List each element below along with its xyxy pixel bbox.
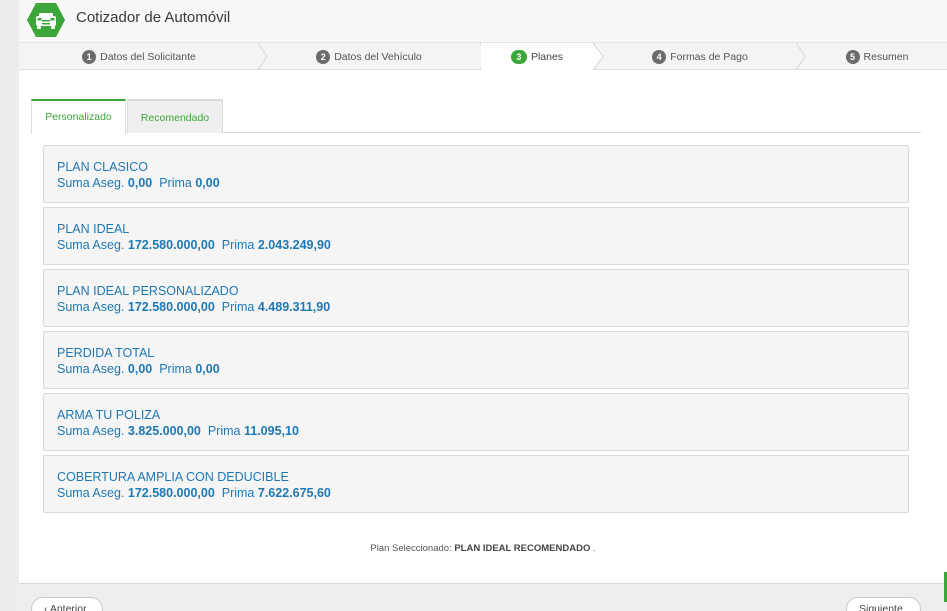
app-title: Cotizador de Automóvil [76, 9, 231, 26]
step-label: Planes [530, 50, 564, 63]
selected-plan-suffix: . [592, 543, 596, 554]
prima-label: Prima [207, 424, 241, 438]
suma-label: Suma Aseg. [57, 362, 125, 376]
plan-card-clasico[interactable]: PLAN CLASICO Suma Aseg. 0,00 Prima 0,00 [43, 145, 909, 203]
plan-name: PLAN CLASICO [57, 160, 149, 174]
suma-value: 172.580.000,00 [127, 238, 215, 252]
suma-value: 3.825.000,00 [127, 424, 201, 438]
suma-value: 172.580.000,00 [127, 486, 215, 500]
prima-label: Prima [159, 362, 192, 376]
step-number: 1 [82, 49, 97, 64]
prima-label: Prima [221, 300, 255, 314]
step-datos-solicitante[interactable]: 1 Datos del Solicitante [19, 43, 259, 70]
step-separator [593, 43, 604, 70]
suma-label: Suma Aseg. [57, 300, 125, 314]
step-planes[interactable]: 3 Planes [481, 43, 593, 70]
plan-values: Suma Aseg. 3.825.000,00 Prima 11.095,10 [57, 424, 299, 438]
prima-label: Prima [221, 486, 255, 500]
app-container: Cotizador de Automóvil 1 Datos del Solic… [19, 0, 947, 611]
suma-value: 172.580.000,00 [127, 300, 215, 314]
step-number: 2 [316, 49, 331, 64]
plan-name: COBERTURA AMPLIA CON DEDUCIBLE [57, 470, 289, 484]
plan-card-arma-tu-poliza[interactable]: ARMA TU POLIZA Suma Aseg. 3.825.000,00 P… [43, 393, 909, 451]
app-header: Cotizador de Automóvil [19, 0, 947, 43]
plan-values: Suma Aseg. 172.580.000,00 Prima 7.622.67… [57, 486, 331, 500]
prima-value: 0,00 [195, 176, 220, 190]
plan-name: PLAN IDEAL PERSONALIZADO [57, 284, 239, 298]
suma-value: 0,00 [127, 362, 153, 376]
step-separator [795, 43, 806, 70]
step-resumen[interactable]: 5 Resumen [807, 43, 947, 70]
step-number: 3 [510, 49, 527, 64]
plan-card-perdida-total[interactable]: PERDIDA TOTAL Suma Aseg. 0,00 Prima 0,00 [43, 331, 909, 389]
step-number: 5 [845, 49, 860, 64]
selected-plan-value: PLAN IDEAL RECOMENDADO [454, 543, 591, 554]
plan-tabs: Personalizado Recomendado [31, 99, 921, 134]
next-button[interactable]: Siguiente › [846, 597, 921, 611]
plan-card-ideal-personalizado[interactable]: PLAN IDEAL PERSONALIZADO Suma Aseg. 172.… [43, 269, 909, 327]
car-icon [27, 3, 65, 37]
tab-recomendado[interactable]: Recomendado [127, 99, 223, 133]
plan-values: Suma Aseg. 0,00 Prima 0,00 [57, 362, 220, 376]
wizard-footer: ‹ Anterior Siguiente › [19, 583, 947, 611]
tab-personalizado[interactable]: Personalizado [31, 99, 126, 134]
step-formas-pago[interactable]: 4 Formas de Pago [605, 43, 795, 70]
plan-values: Suma Aseg. 172.580.000,00 Prima 4.489.31… [57, 300, 330, 314]
previous-button[interactable]: ‹ Anterior [31, 597, 103, 611]
plan-name: PERDIDA TOTAL [57, 346, 155, 360]
prima-value: 7.622.675,60 [257, 486, 331, 500]
prima-value: 0,00 [195, 362, 220, 376]
plan-card-ideal[interactable]: PLAN IDEAL Suma Aseg. 172.580.000,00 Pri… [43, 207, 909, 265]
suma-label: Suma Aseg. [57, 176, 125, 190]
plan-name: PLAN IDEAL [57, 222, 130, 236]
step-label: Resumen [863, 50, 909, 63]
plan-card-cobertura-amplia[interactable]: COBERTURA AMPLIA CON DEDUCIBLE Suma Aseg… [43, 455, 909, 513]
prima-label: Prima [159, 176, 192, 190]
wizard-steps: 1 Datos del Solicitante 2 Datos del Vehí… [19, 43, 947, 70]
step-label: Datos del Solicitante [100, 50, 196, 63]
plan-name: ARMA TU POLIZA [57, 408, 161, 422]
plan-values: Suma Aseg. 0,00 Prima 0,00 [57, 176, 220, 190]
step-separator [257, 43, 268, 70]
suma-label: Suma Aseg. [57, 238, 125, 252]
prima-value: 4.489.311,90 [257, 300, 331, 314]
suma-value: 0,00 [127, 176, 153, 190]
suma-label: Suma Aseg. [57, 424, 125, 438]
selected-plan-text: Plan Seleccionado: PLAN IDEAL RECOMENDAD… [19, 543, 947, 554]
step-label: Datos del Vehículo [334, 50, 422, 63]
step-label: Formas de Pago [670, 50, 748, 63]
prima-label: Prima [221, 238, 255, 252]
suma-label: Suma Aseg. [57, 486, 125, 500]
plan-values: Suma Aseg. 172.580.000,00 Prima 2.043.24… [57, 238, 331, 252]
selected-plan-label: Plan Seleccionado: [370, 543, 452, 554]
prima-value: 2.043.249,90 [257, 238, 331, 252]
step-datos-vehiculo[interactable]: 2 Datos del Vehículo [269, 43, 469, 70]
prima-value: 11.095,10 [243, 424, 299, 438]
step-number: 4 [652, 49, 667, 64]
